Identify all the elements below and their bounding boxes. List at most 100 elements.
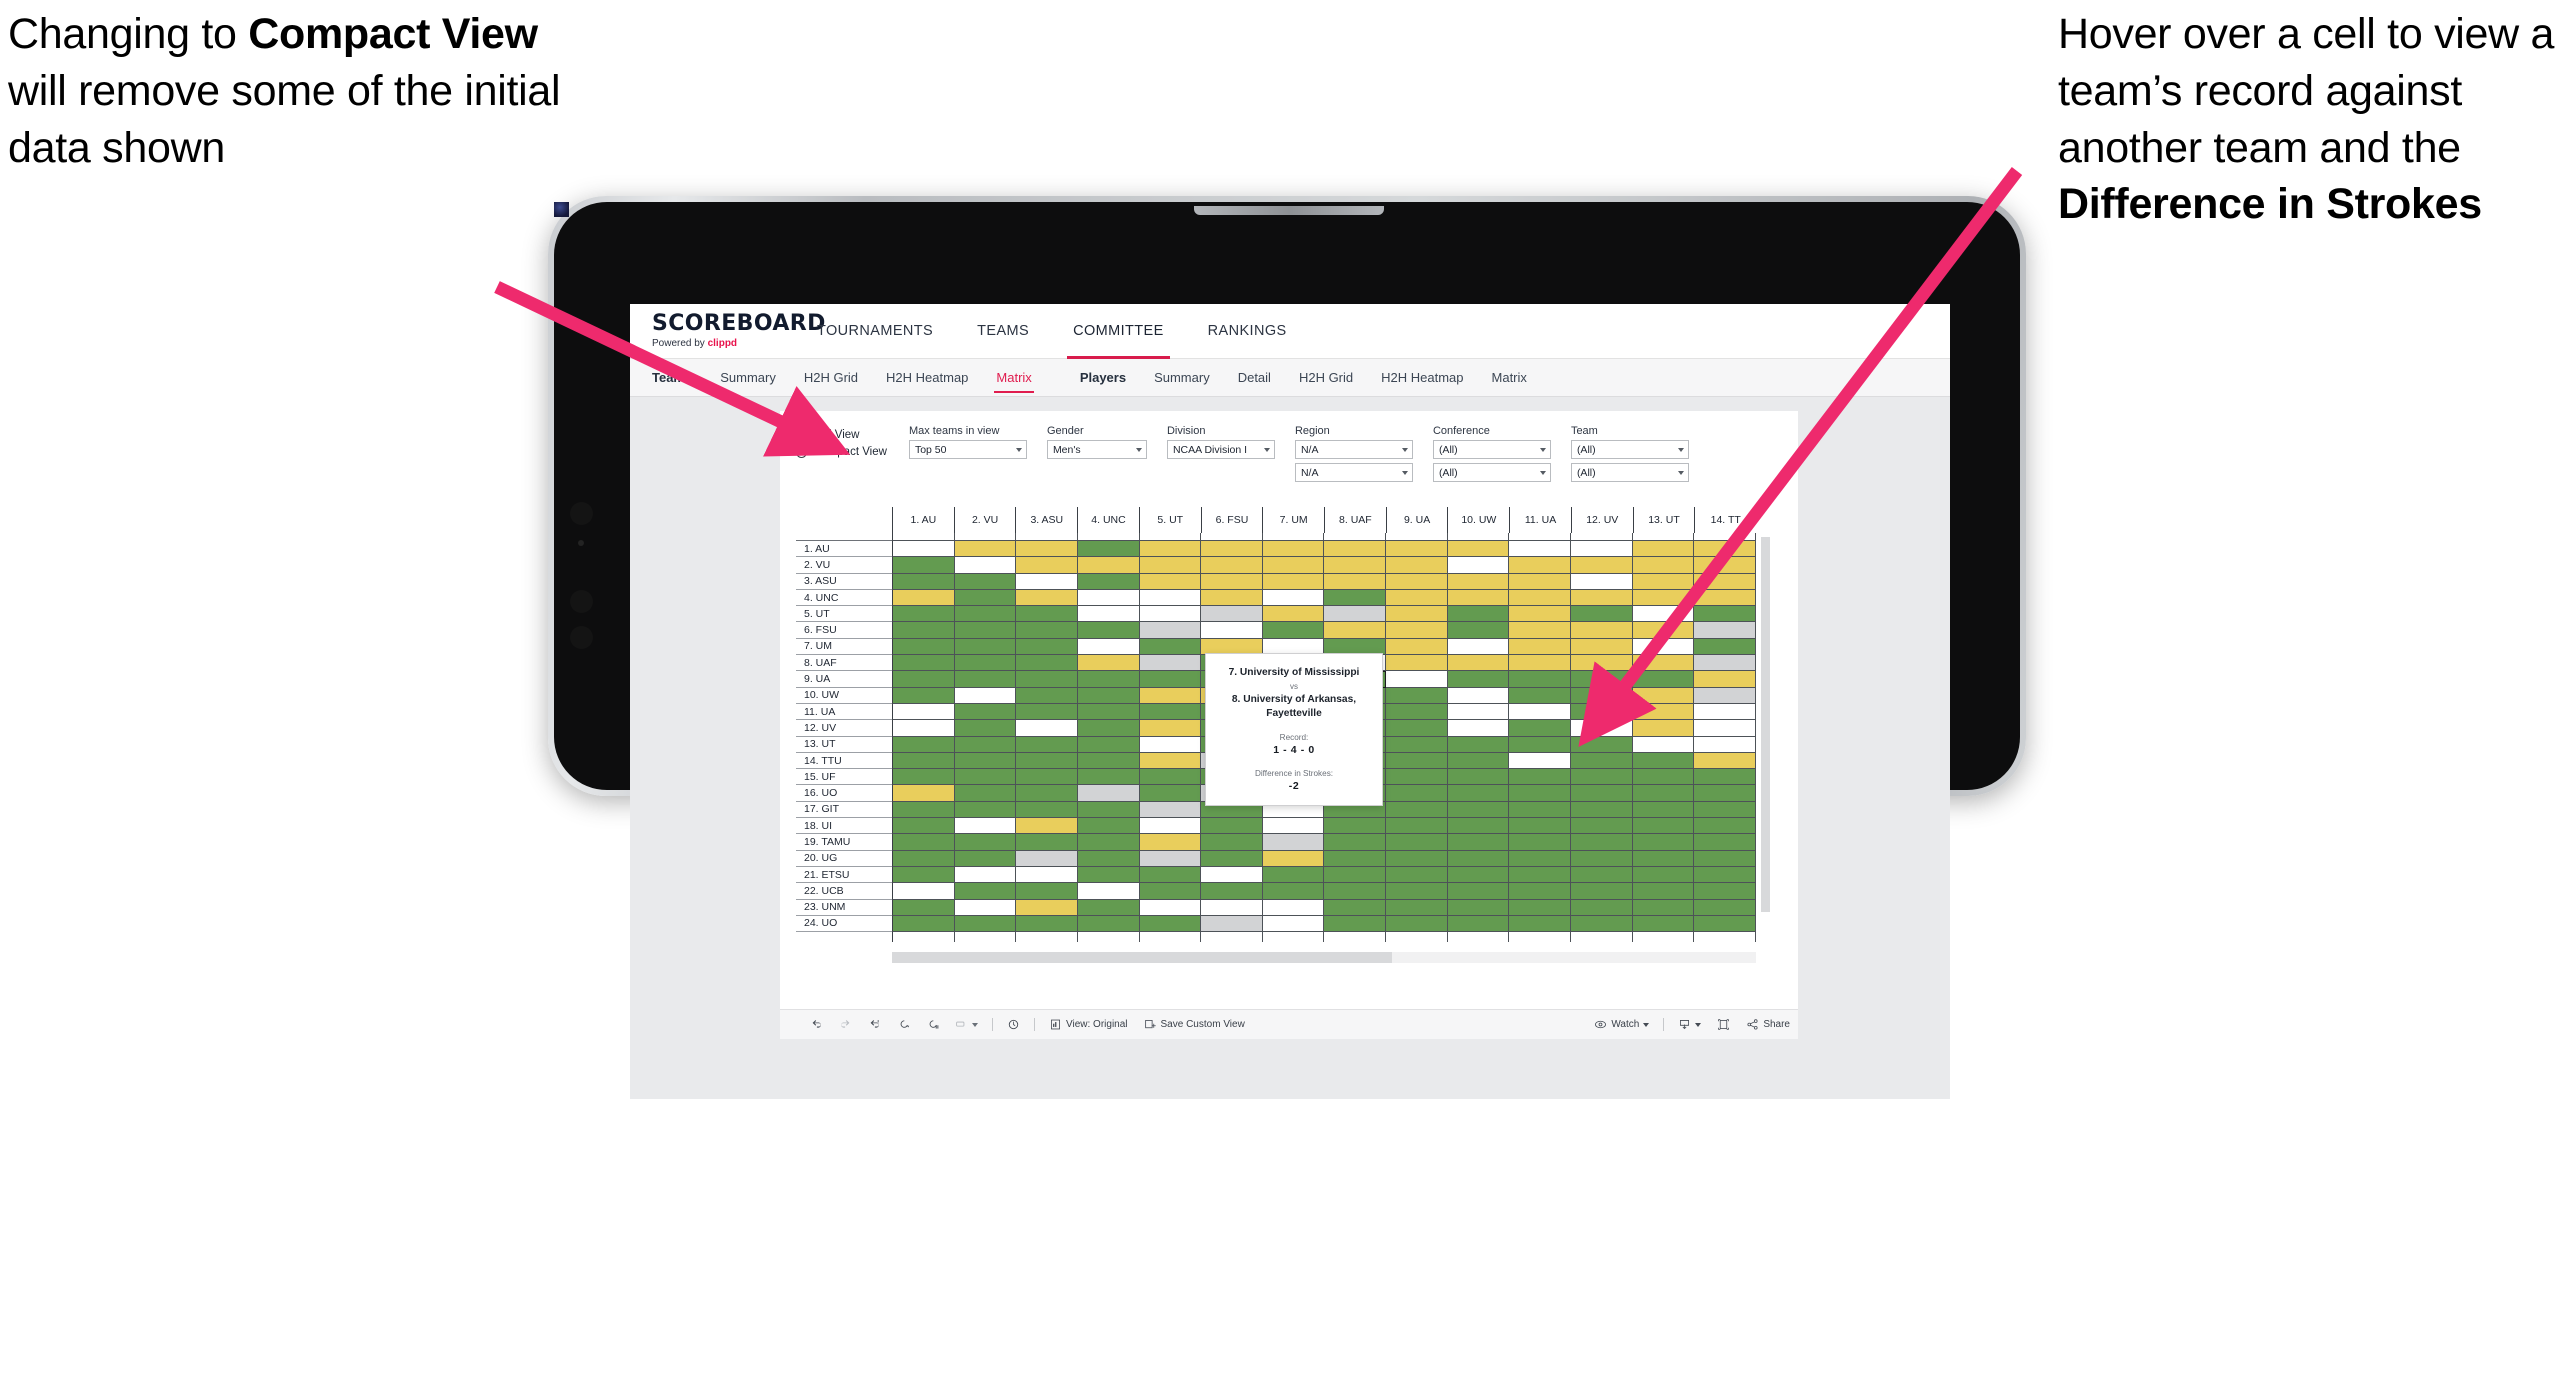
- matrix-cell[interactable]: [1694, 655, 1756, 672]
- nav-tournaments[interactable]: TOURNAMENTS: [795, 304, 955, 359]
- matrix-cell[interactable]: [1139, 671, 1202, 688]
- matrix-cell[interactable]: [1509, 850, 1572, 867]
- matrix-cell[interactable]: [1694, 866, 1756, 884]
- matrix-cell[interactable]: [1386, 655, 1448, 672]
- matrix-cell[interactable]: [1509, 769, 1572, 786]
- matrix-cell[interactable]: [1201, 866, 1263, 884]
- matrix-cell[interactable]: [1447, 834, 1510, 851]
- watch-button[interactable]: Watch: [1586, 1010, 1657, 1040]
- matrix-cell[interactable]: [1694, 818, 1756, 835]
- matrix-cell[interactable]: [892, 638, 955, 656]
- matrix-cell[interactable]: [954, 752, 1017, 770]
- redo-button[interactable]: [831, 1010, 860, 1040]
- matrix-cell[interactable]: [1571, 622, 1633, 639]
- matrix-cell[interactable]: [954, 638, 1017, 656]
- matrix-cell[interactable]: [954, 899, 1017, 916]
- matrix-cell[interactable]: [1324, 850, 1387, 867]
- matrix-cell[interactable]: [1016, 573, 1078, 590]
- matrix-cell[interactable]: [1139, 883, 1202, 900]
- matrix-cell[interactable]: [1016, 801, 1078, 819]
- matrix-cell[interactable]: [892, 866, 955, 884]
- matrix-cell[interactable]: [1016, 899, 1078, 916]
- matrix-cell[interactable]: [954, 850, 1017, 867]
- matrix-cell[interactable]: [954, 720, 1017, 737]
- matrix-cell[interactable]: [1694, 915, 1756, 933]
- matrix-cell[interactable]: [1016, 541, 1078, 558]
- matrix-cell[interactable]: [892, 655, 955, 672]
- matrix-cell[interactable]: [1632, 752, 1695, 770]
- matrix-cell[interactable]: [892, 834, 955, 851]
- matrix-cell[interactable]: [1571, 866, 1633, 884]
- matrix-cell[interactable]: [1632, 736, 1695, 753]
- matrix-cell[interactable]: [1077, 850, 1140, 867]
- radio-full-view[interactable]: Full View: [796, 429, 887, 441]
- brand-logo[interactable]: SCOREBOARD Powered by clippd: [630, 304, 825, 358]
- matrix-cell[interactable]: [1077, 736, 1140, 753]
- matrix-cell[interactable]: [1694, 638, 1756, 656]
- matrix-cell[interactable]: [1077, 541, 1140, 558]
- matrix-cell[interactable]: [892, 557, 955, 574]
- matrix-cell[interactable]: [1139, 638, 1202, 656]
- matrix-cell[interactable]: [1447, 899, 1510, 916]
- matrix-cell[interactable]: [954, 541, 1017, 558]
- matrix-cell[interactable]: [1694, 622, 1756, 639]
- matrix-cell[interactable]: [1694, 557, 1756, 574]
- matrix-cell[interactable]: [892, 915, 955, 933]
- matrix-cell[interactable]: [1386, 671, 1448, 688]
- matrix-cell[interactable]: [954, 573, 1017, 590]
- side-button-1[interactable]: [570, 590, 593, 613]
- matrix-cell[interactable]: [1632, 769, 1695, 786]
- matrix-cell[interactable]: [1016, 752, 1078, 770]
- matrix-cell[interactable]: [1447, 573, 1510, 590]
- matrix-cell[interactable]: [1632, 883, 1695, 900]
- matrix-cell[interactable]: [892, 573, 955, 590]
- matrix-cell[interactable]: [1694, 801, 1756, 819]
- matrix-cell[interactable]: [1201, 883, 1263, 900]
- matrix-cell[interactable]: [1571, 573, 1633, 590]
- filter-region-select-1[interactable]: N/A: [1294, 440, 1413, 459]
- share-button[interactable]: Share: [1738, 1010, 1798, 1040]
- matrix-cell[interactable]: [954, 818, 1017, 835]
- matrix-cell[interactable]: [954, 589, 1017, 607]
- matrix-cell[interactable]: [892, 606, 955, 623]
- matrix-cell[interactable]: [1447, 915, 1510, 933]
- matrix-cell[interactable]: [1694, 573, 1756, 590]
- matrix-cell[interactable]: [892, 622, 955, 639]
- tab-players-matrix[interactable]: Matrix: [1478, 359, 1541, 397]
- matrix-cell[interactable]: [1509, 915, 1572, 933]
- matrix-cell[interactable]: [1632, 801, 1695, 819]
- matrix-cell[interactable]: [1201, 850, 1263, 867]
- matrix-cell[interactable]: [1509, 801, 1572, 819]
- matrix-cell[interactable]: [1694, 606, 1756, 623]
- matrix-cell[interactable]: [1632, 573, 1695, 590]
- filter-max-teams-select[interactable]: Top 50: [908, 440, 1027, 459]
- matrix-cell[interactable]: [1077, 866, 1140, 884]
- filter-team-select-2[interactable]: (All): [1570, 463, 1689, 482]
- matrix-cell[interactable]: [1571, 655, 1633, 672]
- matrix-cell[interactable]: [1509, 655, 1572, 672]
- matrix-cell[interactable]: [1201, 622, 1263, 639]
- matrix-cell[interactable]: [892, 736, 955, 753]
- matrix-cell[interactable]: [1386, 687, 1448, 704]
- timer-button[interactable]: [999, 1010, 1028, 1040]
- matrix-cell[interactable]: [954, 915, 1017, 933]
- matrix-cell[interactable]: [1447, 752, 1510, 770]
- matrix-cell[interactable]: [892, 818, 955, 835]
- matrix-cell[interactable]: [1077, 622, 1140, 639]
- matrix-cell[interactable]: [1077, 589, 1140, 607]
- matrix-cell[interactable]: [1262, 883, 1325, 900]
- matrix-cell[interactable]: [954, 671, 1017, 688]
- radio-compact-view[interactable]: Compact View: [796, 446, 887, 458]
- matrix-cell[interactable]: [1324, 883, 1387, 900]
- matrix-cell[interactable]: [1386, 883, 1448, 900]
- matrix-cell[interactable]: [1386, 785, 1448, 802]
- matrix-cell[interactable]: [1077, 687, 1140, 704]
- matrix-cell[interactable]: [1262, 541, 1325, 558]
- matrix-cell[interactable]: [1632, 541, 1695, 558]
- matrix-cell[interactable]: [1077, 785, 1140, 802]
- filter-conference-select-1[interactable]: (All): [1432, 440, 1551, 459]
- matrix-cell[interactable]: [1386, 541, 1448, 558]
- matrix-cell[interactable]: [1509, 638, 1572, 656]
- matrix-cell[interactable]: [1201, 606, 1263, 623]
- matrix-cell[interactable]: [1447, 541, 1510, 558]
